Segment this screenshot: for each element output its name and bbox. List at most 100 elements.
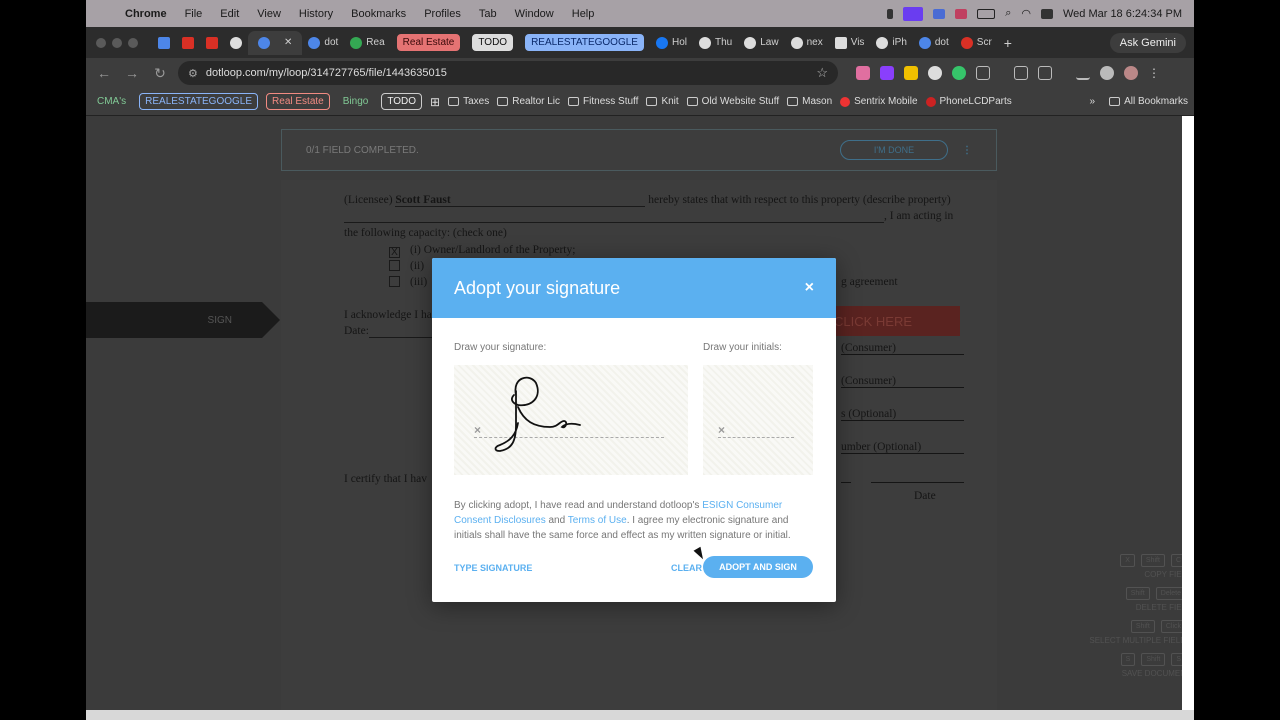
control-center-icon[interactable] [1040,8,1053,19]
tab-group-todo[interactable]: TODO [466,31,519,55]
extension-icon[interactable] [1100,66,1114,80]
checkbox-ii[interactable] [389,260,400,271]
folder-icon [686,97,698,106]
menu-help[interactable]: Help [563,8,604,20]
heart-app-icon[interactable] [955,8,968,19]
menu-profiles[interactable]: Profiles [415,8,470,20]
dropbox-icon[interactable] [933,8,946,19]
tab-group-realestategoogle[interactable]: REALESTATEGOOGLE [519,31,650,55]
clear-button[interactable]: CLEAR [671,563,702,573]
screen-share-icon[interactable] [903,6,924,21]
extension-icon[interactable] [856,66,870,80]
maximize-window-icon[interactable] [128,37,138,48]
bookmark-star-icon[interactable]: ☆ [816,65,828,81]
tab-label: iPh [892,37,907,48]
menu-file[interactable]: File [176,8,212,20]
wifi-icon[interactable]: ◠ [1021,7,1031,20]
tab-record[interactable] [224,31,248,55]
bookmark-folder-knit[interactable]: Knit [646,96,679,107]
tab-dotloop-2[interactable]: dot [302,31,344,55]
sign-tag[interactable]: SIGN [86,302,280,338]
puzzle-icon[interactable] [976,66,990,80]
bookmark-folder-mason[interactable]: Mason [787,96,832,107]
menubar-clock[interactable]: Wed Mar 18 6:24:34 PM [1063,8,1182,20]
im-done-button[interactable]: I'M DONE [840,140,948,160]
apps-grid-icon[interactable]: ⊞ [430,95,440,109]
tab-dotloop-active[interactable]: ✕ [248,30,303,55]
bookmark-cmas[interactable]: CMA's [92,94,131,109]
type-signature-button[interactable]: TYPE SIGNATURE [454,563,532,573]
page-scrollbar[interactable] [1182,116,1194,710]
click-here-sign-field[interactable]: CLICK HERE [830,306,960,336]
bookmark-todo[interactable]: TODO [381,93,423,110]
more-options-icon[interactable]: ⋮ [962,145,972,156]
bookmark-folder-fitness[interactable]: Fitness Stuff [568,96,638,107]
close-window-icon[interactable] [96,37,106,48]
avatar[interactable] [1124,66,1138,80]
menu-bookmarks[interactable]: Bookmarks [342,8,415,20]
tab-search-icon[interactable] [1014,66,1028,80]
tab-group-real-estate[interactable]: Real Estate [391,31,467,55]
initials-pad[interactable]: × [703,365,813,475]
microphone-icon[interactable] [887,8,894,19]
tab-iph[interactable]: iPh [870,31,912,55]
menu-tab[interactable]: Tab [470,8,506,20]
extension-icon[interactable] [952,66,966,80]
tab-gmail-1[interactable] [176,31,200,55]
tab-calendar[interactable] [152,31,176,55]
signature-pad[interactable]: × [454,365,688,475]
tab-thu[interactable]: Thu [693,31,738,55]
menu-view[interactable]: View [248,8,290,20]
close-icon[interactable]: × [805,279,814,297]
tab-gmail-2[interactable] [200,31,224,55]
menu-app-chrome[interactable]: Chrome [116,8,176,20]
tab-dotloop-3[interactable]: dot [913,31,955,55]
tab-hol[interactable]: Hol [650,31,693,55]
url-text[interactable]: dotloop.com/my/loop/314727765/file/14436… [206,67,447,79]
back-icon[interactable]: ← [94,65,114,81]
terms-of-use-link[interactable]: Terms of Use [568,515,627,526]
extension-icon[interactable] [904,66,918,80]
tab-vis[interactable]: Vis [829,31,871,55]
bookmark-realestategoogle[interactable]: REALESTATEGOOGLE [139,93,259,110]
forward-icon[interactable]: → [122,65,142,81]
bookmark-folder-old-website[interactable]: Old Website Stuff [686,96,779,107]
bookmark-bingo[interactable]: Bingo [338,94,374,109]
reload-icon[interactable]: ↻ [150,65,170,82]
address-bar[interactable]: ⚙ dotloop.com/my/loop/314727765/file/144… [178,61,838,85]
more-bookmarks-icon[interactable]: » [1090,96,1096,107]
new-tab-button[interactable]: + [998,31,1018,55]
menu-history[interactable]: History [290,8,342,20]
download-icon[interactable] [1076,66,1090,80]
all-bookmarks[interactable]: All Bookmarks [1109,96,1188,107]
tab-rea[interactable]: Rea [344,31,390,55]
ask-gemini-button[interactable]: Ask Gemini [1109,32,1186,53]
bookmark-real-estate[interactable]: Real Estate [266,93,330,110]
checkbox-owner[interactable]: X [389,247,400,258]
menu-window[interactable]: Window [506,8,563,20]
bookmark-folder-realtor-lic[interactable]: Realtor Lic [497,96,560,107]
site-settings-icon[interactable]: ⚙ [188,67,198,80]
minimize-window-icon[interactable] [112,37,122,48]
modal-header: Adopt your signature × [432,258,836,318]
tab-close-icon[interactable]: ✕ [284,37,292,48]
bookmark-sentrix-mobile[interactable]: Sentrix Mobile [840,96,918,107]
doc-text: (i) Owner/Landlord of the Property; [410,244,576,256]
battery-icon[interactable] [977,8,996,19]
tab-law[interactable]: Law [738,31,784,55]
key: S [1171,653,1182,666]
extension-icon[interactable] [928,66,942,80]
menu-kebab-icon[interactable]: ⋮ [1148,66,1160,80]
bookmark-folder-taxes[interactable]: Taxes [448,96,489,107]
tab-scr[interactable]: Scr [955,31,998,55]
extension-icon[interactable] [880,66,894,80]
cast-icon[interactable] [1038,66,1052,80]
esign-disclaimer: By clicking adopt, I have read and under… [454,498,814,543]
adopt-and-sign-button[interactable]: ADOPT AND SIGN [703,556,813,578]
checkbox-iii[interactable] [389,276,400,287]
search-icon[interactable]: ⌕ [1005,7,1011,20]
menu-edit[interactable]: Edit [211,8,248,20]
tab-nex[interactable]: nex [785,31,829,55]
tab-strip: ✕ dot Rea Real Estate TODO REALESTATEGOO… [86,27,1194,58]
bookmark-phonelcdparts[interactable]: PhoneLCDParts [925,96,1012,107]
